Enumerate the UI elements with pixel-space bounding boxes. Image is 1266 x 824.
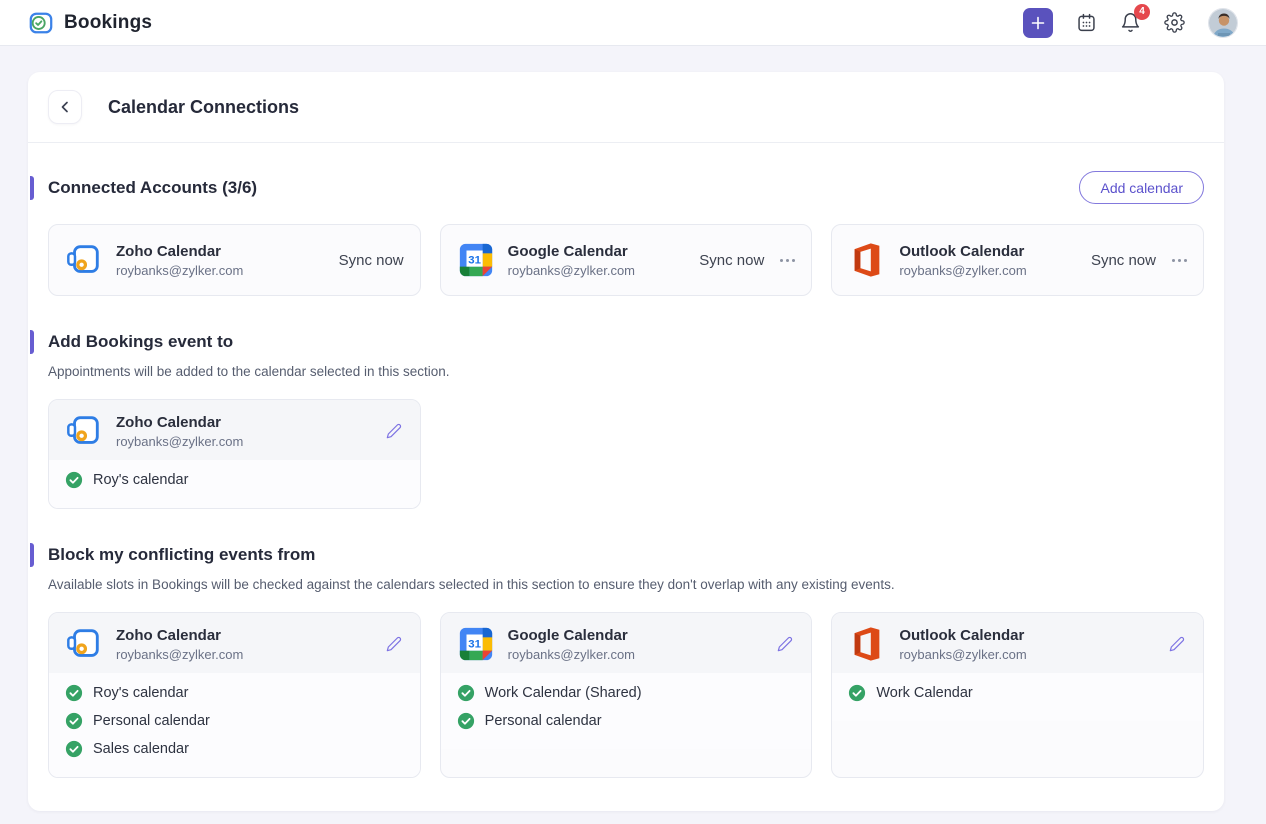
- check-circle-icon: [65, 684, 83, 702]
- plus-icon: [1030, 15, 1046, 31]
- back-button[interactable]: [48, 90, 82, 124]
- section-title-connected: Connected Accounts (3/6): [48, 178, 257, 198]
- calendar-connections-panel: Calendar Connections Connected Accounts …: [28, 72, 1224, 811]
- check-circle-icon: [457, 684, 475, 702]
- sync-now-link-zoho[interactable]: Sync now: [339, 252, 404, 269]
- sync-now-link-google[interactable]: Sync now: [699, 252, 764, 269]
- add-calendar-button[interactable]: Add calendar: [1079, 171, 1204, 204]
- account-name: Zoho Calendar: [116, 627, 243, 644]
- notifications-button[interactable]: 4: [1120, 12, 1141, 33]
- outlook-calendar-icon: [848, 625, 886, 663]
- section-accent-bar: [30, 176, 34, 200]
- account-email: roybanks@zylker.com: [116, 263, 243, 278]
- account-email: roybanks@zylker.com: [899, 647, 1026, 662]
- section-title-add-event: Add Bookings event to: [48, 332, 233, 352]
- selected-calendar-item: Roy's calendar: [49, 466, 420, 494]
- section-add-event-to: Add Bookings event to Appointments will …: [48, 330, 1204, 509]
- selected-calendar-item: Personal calendar: [49, 707, 420, 735]
- calendar-label: Work Calendar: [876, 685, 972, 701]
- block-card-zoho: Zoho Calendar roybanks@zylker.com Roy's …: [48, 612, 421, 778]
- section-accent-bar: [30, 543, 34, 567]
- selected-calendar-item: Sales calendar: [49, 735, 420, 763]
- calendar-view-button[interactable]: [1076, 12, 1097, 33]
- user-avatar[interactable]: [1208, 8, 1238, 38]
- check-circle-icon: [848, 684, 866, 702]
- account-name: Outlook Calendar: [899, 243, 1026, 260]
- calendar-label: Work Calendar (Shared): [485, 685, 642, 701]
- section-accent-bar: [30, 330, 34, 354]
- app-brand: Bookings: [28, 10, 152, 36]
- section-title-block: Block my conflicting events from: [48, 545, 315, 565]
- account-email: roybanks@zylker.com: [508, 263, 635, 278]
- avatar-photo: [1209, 9, 1238, 38]
- zoho-calendar-icon: [65, 412, 103, 450]
- calendar-label: Personal calendar: [93, 713, 210, 729]
- edit-button[interactable]: [775, 634, 795, 654]
- check-circle-icon: [65, 712, 83, 730]
- calendar-icon: [1076, 12, 1097, 33]
- section-description: Available slots in Bookings will be chec…: [48, 577, 1204, 592]
- selected-calendar-item: Roy's calendar: [49, 679, 420, 707]
- connected-account-card-outlook: Outlook Calendar roybanks@zylker.com Syn…: [831, 224, 1204, 296]
- pencil-icon: [386, 636, 402, 652]
- account-email: roybanks@zylker.com: [508, 647, 635, 662]
- account-name: Outlook Calendar: [899, 627, 1026, 644]
- topbar-actions: 4: [1023, 8, 1238, 38]
- connected-account-card-zoho: Zoho Calendar roybanks@zylker.com Sync n…: [48, 224, 421, 296]
- more-options-icon[interactable]: [780, 255, 795, 266]
- notification-count-badge: 4: [1134, 4, 1150, 20]
- bookings-logo-icon: [28, 10, 54, 36]
- gear-icon: [1164, 12, 1185, 33]
- sync-now-link-outlook[interactable]: Sync now: [1091, 252, 1156, 269]
- calendar-label: Roy's calendar: [93, 685, 188, 701]
- check-circle-icon: [457, 712, 475, 730]
- zoho-calendar-icon: [65, 241, 103, 279]
- selected-calendar-item: Work Calendar (Shared): [441, 679, 812, 707]
- check-circle-icon: [65, 471, 83, 489]
- zoho-calendar-icon: [65, 625, 103, 663]
- top-navigation-bar: Bookings 4: [0, 0, 1266, 46]
- pencil-icon: [777, 636, 793, 652]
- panel-header: Calendar Connections: [28, 72, 1224, 143]
- block-card-outlook: Outlook Calendar roybanks@zylker.com Wor…: [831, 612, 1204, 778]
- check-circle-icon: [65, 740, 83, 758]
- add-event-card-zoho: Zoho Calendar roybanks@zylker.com Roy's …: [48, 399, 421, 509]
- account-name: Zoho Calendar: [116, 243, 243, 260]
- chevron-left-icon: [58, 100, 72, 114]
- edit-button[interactable]: [384, 634, 404, 654]
- edit-button[interactable]: [1167, 634, 1187, 654]
- block-card-google: Google Calendar roybanks@zylker.com Work…: [440, 612, 813, 778]
- outlook-calendar-icon: [848, 241, 886, 279]
- pencil-icon: [1169, 636, 1185, 652]
- account-email: roybanks@zylker.com: [116, 647, 243, 662]
- app-title: Bookings: [64, 12, 152, 34]
- settings-button[interactable]: [1164, 12, 1185, 33]
- account-name: Google Calendar: [508, 627, 635, 644]
- panel-body: Connected Accounts (3/6) Add calendar Zo…: [28, 143, 1224, 811]
- calendar-label: Roy's calendar: [93, 472, 188, 488]
- google-calendar-icon: [457, 625, 495, 663]
- account-email: roybanks@zylker.com: [899, 263, 1026, 278]
- edit-button[interactable]: [384, 421, 404, 441]
- selected-calendar-item: Personal calendar: [441, 707, 812, 735]
- account-name: Google Calendar: [508, 243, 635, 260]
- connected-account-card-google: Google Calendar roybanks@zylker.com Sync…: [440, 224, 813, 296]
- create-new-button[interactable]: [1023, 8, 1053, 38]
- calendar-label: Personal calendar: [485, 713, 602, 729]
- selected-calendar-item: Work Calendar: [832, 679, 1203, 707]
- google-calendar-icon: [457, 241, 495, 279]
- account-email: roybanks@zylker.com: [116, 434, 243, 449]
- section-block-conflicts: Block my conflicting events from Availab…: [48, 543, 1204, 778]
- pencil-icon: [386, 423, 402, 439]
- section-description: Appointments will be added to the calend…: [48, 364, 1204, 379]
- calendar-label: Sales calendar: [93, 741, 189, 757]
- page-title: Calendar Connections: [108, 97, 299, 118]
- more-options-icon[interactable]: [1172, 255, 1187, 266]
- section-connected-accounts: Connected Accounts (3/6) Add calendar Zo…: [48, 171, 1204, 296]
- account-name: Zoho Calendar: [116, 414, 243, 431]
